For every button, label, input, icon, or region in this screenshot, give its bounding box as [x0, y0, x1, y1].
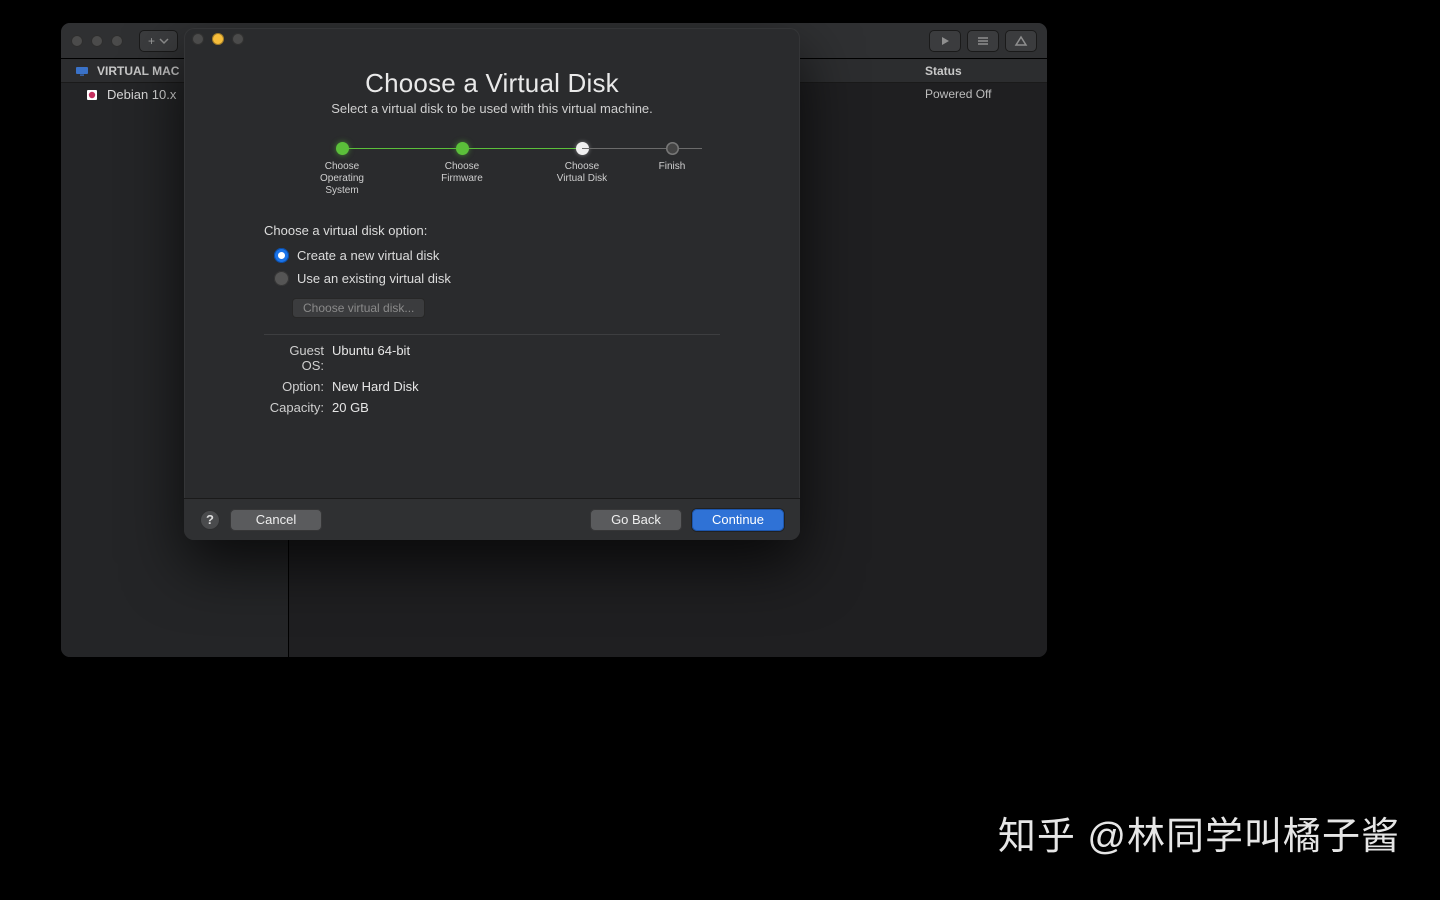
snapshot-icon — [1014, 35, 1028, 47]
continue-button[interactable]: Continue — [692, 509, 784, 531]
modal-footer: ? Cancel Go Back Continue — [184, 498, 800, 540]
summary-val-capacity: 20 GB — [332, 400, 720, 415]
button-label: Go Back — [611, 512, 661, 527]
modal-zoom-icon[interactable] — [232, 33, 244, 45]
summary-key-option: Option: — [264, 379, 324, 394]
modal-minimize-icon[interactable] — [212, 33, 224, 45]
cancel-button[interactable]: Cancel — [230, 509, 322, 531]
step-label: Choose Operating System — [320, 161, 364, 197]
divider — [264, 334, 720, 335]
step-label: Choose Virtual Disk — [557, 161, 607, 185]
radio-selected-icon — [274, 248, 289, 263]
add-vm-button[interactable]: + — [139, 30, 178, 52]
step-label: Finish — [659, 161, 686, 173]
radio-unselected-icon — [274, 271, 289, 286]
watermark: 知乎 @林同学叫橘子酱 — [998, 805, 1400, 860]
modal-titlebar — [184, 28, 800, 50]
monitor-icon — [75, 66, 89, 76]
play-icon — [939, 35, 951, 47]
go-back-button[interactable]: Go Back — [590, 509, 682, 531]
plus-icon: + — [148, 34, 155, 48]
button-label: Choose virtual disk... — [303, 301, 414, 315]
button-label: Continue — [712, 512, 764, 527]
minimize-icon[interactable] — [91, 35, 103, 47]
step-dot-pending-icon — [666, 142, 679, 155]
summary-val-option: New Hard Disk — [332, 379, 720, 394]
modal-close-icon[interactable] — [192, 33, 204, 45]
radio-label: Use an existing virtual disk — [297, 271, 451, 286]
settings-button[interactable] — [967, 30, 999, 52]
close-icon[interactable] — [71, 35, 83, 47]
button-label: Cancel — [256, 512, 296, 527]
sidebar-item-label: Debian 10.x — [107, 87, 176, 102]
step-choose-disk: Choose Virtual Disk — [522, 142, 642, 185]
help-icon: ? — [206, 512, 214, 527]
chevron-down-icon — [159, 36, 169, 46]
wizard-stepper: Choose Operating System Choose Firmware … — [184, 142, 800, 197]
step-choose-firmware: Choose Firmware — [402, 142, 522, 185]
summary-key-capacity: Capacity: — [264, 400, 324, 415]
watermark-text: 知乎 @林同学叫橘子酱 — [998, 805, 1400, 860]
snapshot-button[interactable] — [1005, 30, 1037, 52]
step-finish: Finish — [642, 142, 702, 173]
choose-virtual-disk-button[interactable]: Choose virtual disk... — [292, 298, 425, 318]
help-button[interactable]: ? — [200, 510, 220, 530]
modal-title: Choose a Virtual Disk — [184, 68, 800, 99]
step-label: Choose Firmware — [441, 161, 483, 185]
disk-option-radio-group: Create a new virtual disk Use an existin… — [264, 248, 720, 286]
summary-val-guest-os: Ubuntu 64-bit — [332, 343, 720, 373]
step-choose-os: Choose Operating System — [282, 142, 402, 197]
radio-label: Create a new virtual disk — [297, 248, 439, 263]
run-button[interactable] — [929, 30, 961, 52]
column-header-status[interactable]: Status — [917, 64, 1047, 78]
radio-create-new-disk[interactable]: Create a new virtual disk — [274, 248, 720, 263]
summary-key-guest-os: Guest OS: — [264, 343, 324, 373]
new-vm-wizard-modal: Choose a Virtual Disk Select a virtual d… — [184, 28, 800, 540]
zoom-icon[interactable] — [111, 35, 123, 47]
modal-subtitle: Select a virtual disk to be used with th… — [184, 101, 800, 116]
library-traffic-lights[interactable] — [71, 35, 123, 47]
disk-option-label: Choose a virtual disk option: — [264, 223, 720, 238]
radio-use-existing-disk[interactable]: Use an existing virtual disk — [274, 271, 720, 286]
status-cell: Powered Off — [917, 87, 1047, 101]
sidebar-group-label: VIRTUAL MAC — [97, 64, 179, 78]
vm-icon — [85, 88, 99, 102]
wrench-icon — [976, 35, 990, 47]
summary-grid: Guest OS: Ubuntu 64-bit Option: New Hard… — [264, 343, 720, 415]
